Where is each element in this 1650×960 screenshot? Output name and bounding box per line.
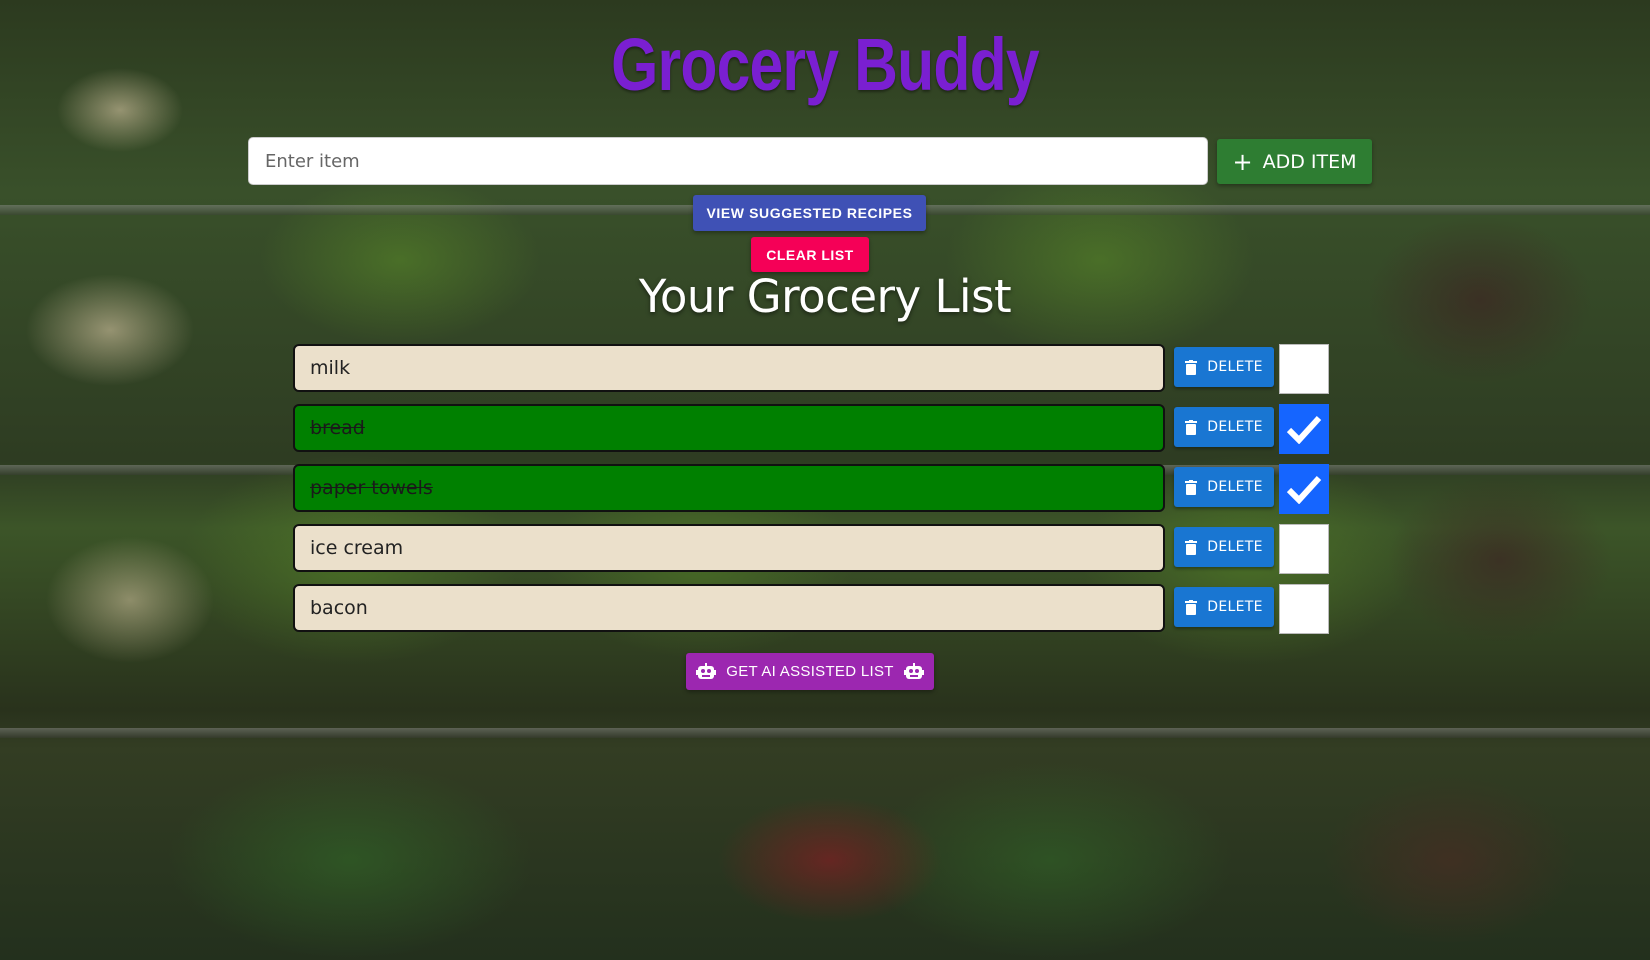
trash-icon (1185, 539, 1198, 555)
list-heading: Your Grocery List (638, 270, 1012, 323)
ai-list-label: GET AI ASSISTED LIST (726, 663, 894, 680)
list-item: ice cream DELETE (293, 524, 1333, 584)
list-item: paper towels DELETE (293, 464, 1333, 524)
list-item: bread DELETE (293, 404, 1333, 464)
delete-label: DELETE (1207, 479, 1263, 495)
item-text[interactable]: paper towels (293, 464, 1165, 512)
item-checkbox[interactable] (1279, 464, 1329, 514)
item-input[interactable] (248, 137, 1208, 185)
delete-button[interactable]: DELETE (1174, 467, 1274, 507)
add-item-button[interactable]: + ADD ITEM (1217, 139, 1372, 184)
delete-button[interactable]: DELETE (1174, 407, 1274, 447)
delete-button[interactable]: DELETE (1174, 527, 1274, 567)
item-checkbox[interactable] (1279, 524, 1329, 574)
view-recipes-button[interactable]: VIEW SUGGESTED RECIPES (693, 195, 926, 231)
item-text[interactable]: milk (293, 344, 1165, 392)
item-checkbox[interactable] (1279, 404, 1329, 454)
clear-list-button[interactable]: CLEAR LIST (751, 237, 869, 272)
trash-icon (1185, 419, 1198, 435)
checkmark-icon (1286, 415, 1322, 444)
item-checkbox[interactable] (1279, 584, 1329, 634)
plus-icon: + (1232, 147, 1253, 176)
trash-icon (1185, 359, 1198, 375)
delete-button[interactable]: DELETE (1174, 347, 1274, 387)
item-text[interactable]: ice cream (293, 524, 1165, 572)
trash-icon (1185, 479, 1198, 495)
delete-label: DELETE (1207, 599, 1263, 615)
app-title: Grocery Buddy (611, 23, 1040, 106)
list-item: milk DELETE (293, 344, 1333, 404)
robot-icon (696, 662, 717, 679)
robot-icon (903, 662, 924, 679)
shelf-divider (0, 728, 1650, 738)
delete-label: DELETE (1207, 419, 1263, 435)
item-text[interactable]: bread (293, 404, 1165, 452)
delete-button[interactable]: DELETE (1174, 587, 1274, 627)
item-text[interactable]: bacon (293, 584, 1165, 632)
checkmark-icon (1286, 475, 1322, 504)
add-item-label: ADD ITEM (1262, 150, 1357, 173)
item-checkbox[interactable] (1279, 344, 1329, 394)
ai-assisted-list-button[interactable]: GET AI ASSISTED LIST (686, 653, 934, 690)
list-item: bacon DELETE (293, 584, 1333, 644)
delete-label: DELETE (1207, 359, 1263, 375)
delete-label: DELETE (1207, 539, 1263, 555)
trash-icon (1185, 599, 1198, 615)
